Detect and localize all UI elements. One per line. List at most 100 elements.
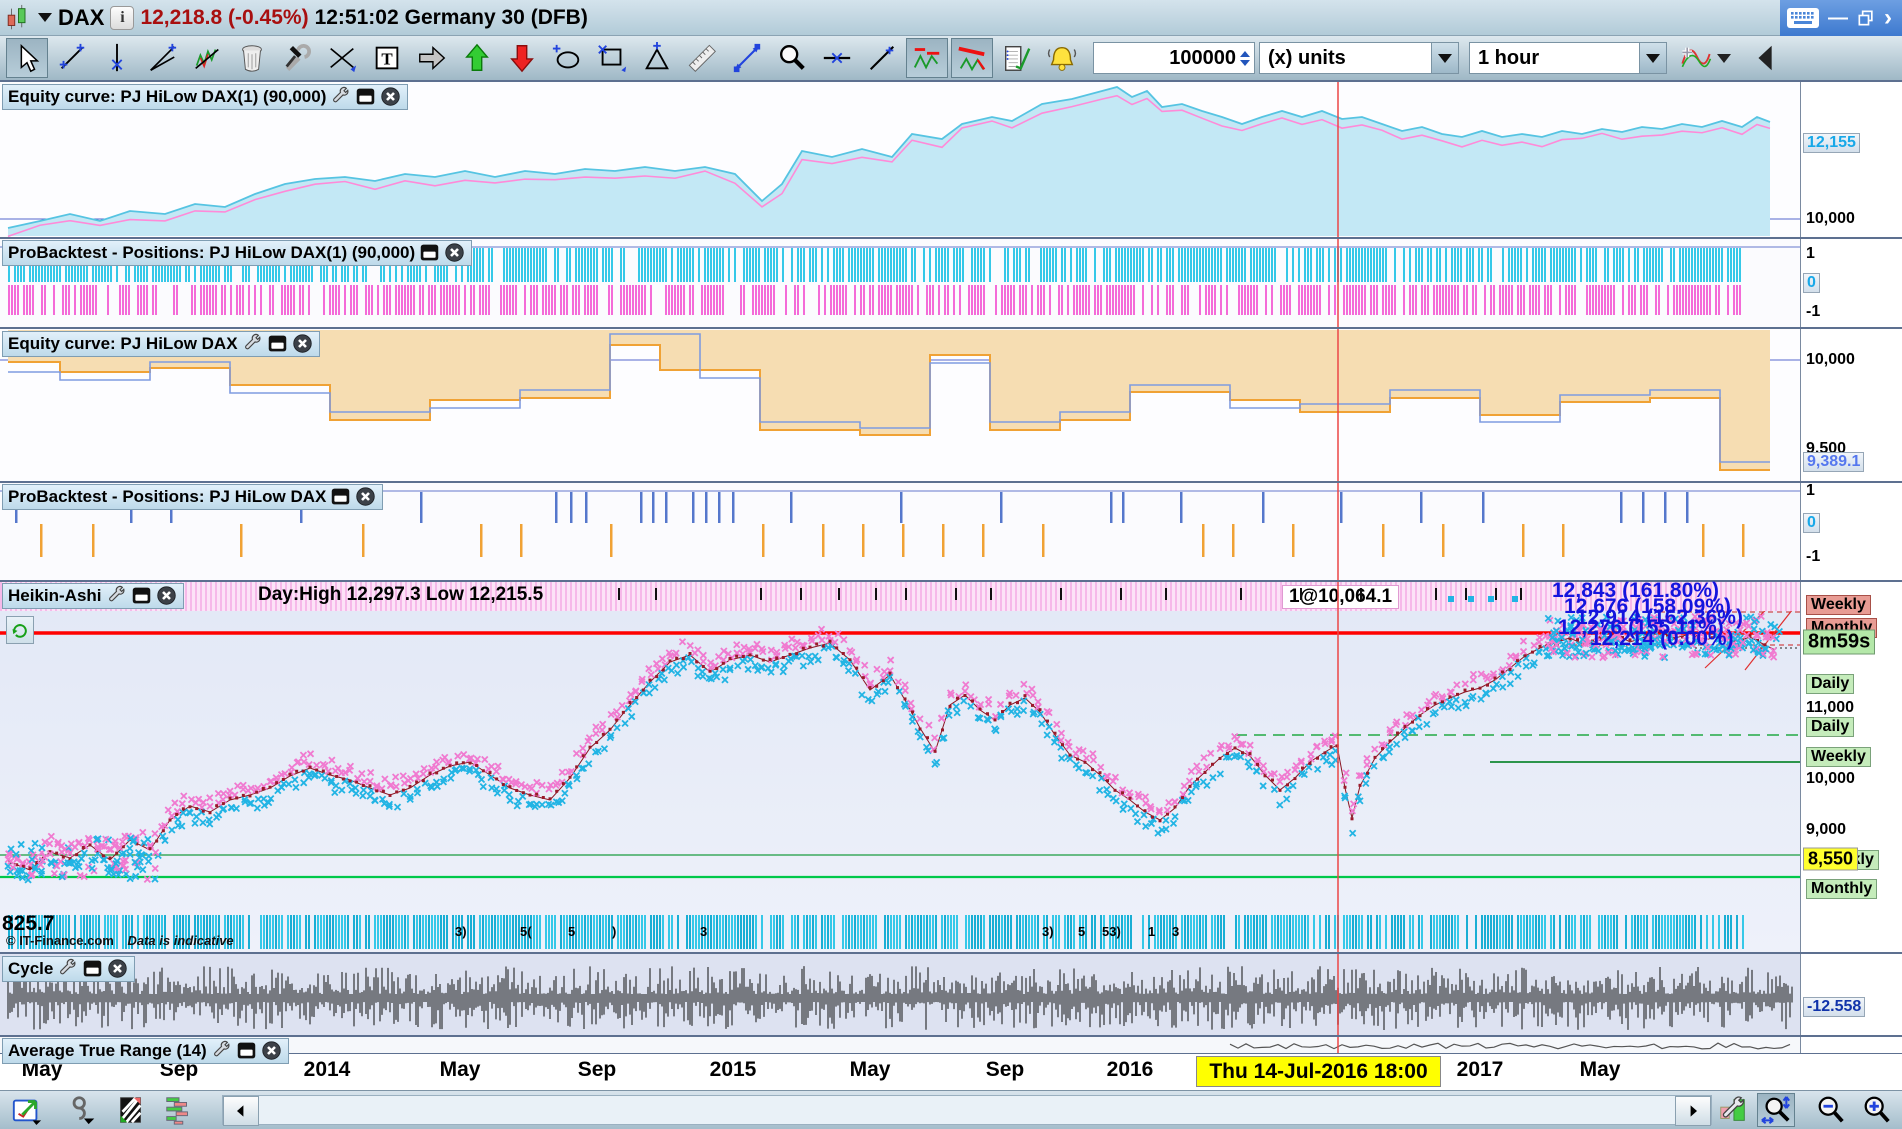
wrench-candles-button[interactable] [1714, 1093, 1752, 1127]
wrench-icon[interactable] [211, 1040, 232, 1061]
arrow-up-button[interactable] [456, 38, 498, 78]
resize-button[interactable] [726, 38, 768, 78]
alerts-button[interactable] [1041, 38, 1083, 78]
axis-label: 11,000 [1806, 699, 1855, 716]
add-indicator-button[interactable] [1675, 38, 1717, 78]
strip-count-mark: 3) [1042, 924, 1054, 939]
cursor-button[interactable] [6, 38, 48, 78]
cycle-title-chip[interactable]: Cycle [2, 956, 136, 982]
panel-heikin-ashi-chart[interactable] [0, 581, 1800, 953]
wrench-icon[interactable] [242, 333, 263, 354]
units-value: (x) units [1268, 46, 1346, 69]
close-icon[interactable] [444, 242, 465, 263]
order-doc-button[interactable] [112, 1093, 150, 1127]
rectangle-button[interactable] [591, 38, 633, 78]
timeframe-value: 1 hour [1478, 46, 1540, 69]
minimize-button[interactable]: — [1828, 7, 1848, 30]
zoom-in-button[interactable] [1858, 1093, 1896, 1127]
heikin-title-chip[interactable]: Heikin-Ashi [2, 583, 184, 609]
quantity-spinner[interactable] [1240, 50, 1250, 66]
window-icon[interactable] [131, 585, 152, 606]
wrench-icon[interactable] [106, 585, 127, 606]
arrow-right-button[interactable] [411, 38, 453, 78]
keyboard-icon[interactable] [1786, 6, 1820, 30]
window-icon[interactable] [419, 242, 440, 263]
close-icon[interactable] [292, 333, 313, 354]
window-icon[interactable] [355, 86, 376, 107]
cross-lines-button[interactable] [321, 38, 363, 78]
scroll-left-button[interactable] [223, 1096, 259, 1126]
wrench-icon[interactable] [57, 958, 78, 979]
edge-tool-button[interactable] [1745, 38, 1787, 78]
panel-separator[interactable] [0, 1035, 1902, 1037]
close-icon[interactable] [156, 585, 177, 606]
equity1-title-chip[interactable]: Equity curve: PJ HiLow DAX(1) (90,000) [2, 84, 409, 110]
tools-button[interactable] [276, 38, 318, 78]
close-icon[interactable] [107, 958, 128, 979]
close-chevron-icon[interactable]: › [1884, 4, 1892, 32]
zigzag-bold-button[interactable] [951, 38, 993, 78]
timeframe-select[interactable]: 1 hour [1469, 42, 1667, 74]
window-icon[interactable] [236, 1040, 257, 1061]
link-button[interactable] [64, 1093, 102, 1127]
time-axis-label: Sep [577, 1058, 617, 1081]
infobar-tick [955, 588, 957, 600]
ellipse-button[interactable] [546, 38, 588, 78]
timeframe-dropdown-button[interactable] [1639, 43, 1666, 73]
panel-separator[interactable] [0, 952, 1902, 954]
backtest-button[interactable] [996, 38, 1038, 78]
quantity-input[interactable] [1114, 45, 1238, 71]
equity2-title-chip[interactable]: Equity curve: PJ HiLow DAX [2, 331, 320, 357]
depth-button[interactable] [160, 1093, 198, 1127]
ruler-button[interactable] [681, 38, 723, 78]
semi-lines-button[interactable] [141, 38, 183, 78]
info-button[interactable]: i [110, 5, 135, 30]
arrow-down-button[interactable] [501, 38, 543, 78]
time-axis-label: 2014 [303, 1058, 351, 1081]
zigzag-button[interactable] [906, 38, 948, 78]
horizontal-scrollbar[interactable] [222, 1095, 1712, 1126]
instrument-dropdown-caret[interactable] [38, 13, 52, 22]
horizontal-line-button[interactable] [816, 38, 858, 78]
trash-button[interactable] [231, 38, 273, 78]
scroll-right-button[interactable] [1675, 1096, 1711, 1126]
trendline-button[interactable] [51, 38, 93, 78]
zoom-fit-button[interactable] [1757, 1093, 1795, 1127]
panel-separator[interactable] [0, 237, 1902, 239]
diagonal-line-button[interactable] [861, 38, 903, 78]
positions1-title-chip[interactable]: ProBacktest - Positions: PJ HiLow DAX(1)… [2, 240, 473, 266]
wrench-icon[interactable] [330, 86, 351, 107]
indicator-dropdown-caret[interactable] [1717, 53, 1731, 63]
close-icon[interactable] [355, 486, 376, 507]
panel-separator[interactable] [0, 327, 1902, 329]
panel-heikin-ashi[interactable] [0, 581, 1800, 953]
panel-cycle[interactable] [0, 953, 1800, 1036]
infobar-tick [1060, 588, 1062, 600]
units-dropdown-button[interactable] [1431, 43, 1458, 73]
magnifier-button[interactable] [771, 38, 813, 78]
panel-separator[interactable] [0, 80, 1902, 82]
window-icon[interactable] [82, 958, 103, 979]
positions1-title: ProBacktest - Positions: PJ HiLow DAX(1)… [8, 242, 416, 262]
triangle-button[interactable] [636, 38, 678, 78]
close-icon[interactable] [380, 86, 401, 107]
window-icon[interactable] [267, 333, 288, 354]
axis-label: 9,000 [1806, 821, 1847, 838]
restore-button-icon[interactable] [1856, 8, 1876, 28]
atr-title-chip[interactable]: Average True Range (14) [2, 1038, 289, 1064]
equity2-title: Equity curve: PJ HiLow DAX [8, 333, 238, 353]
text-button[interactable]: T [366, 38, 408, 78]
refresh-button[interactable] [6, 616, 34, 644]
strip-count-mark: 5( [520, 924, 532, 939]
panel-separator[interactable] [0, 481, 1902, 483]
panel-cycle-chart[interactable] [0, 953, 1800, 1036]
quantity-field[interactable] [1093, 42, 1255, 74]
positions2-title-chip[interactable]: ProBacktest - Positions: PJ HiLow DAX [2, 484, 384, 510]
window-icon[interactable] [330, 486, 351, 507]
units-select[interactable]: (x) units [1259, 42, 1459, 74]
vertical-line-button[interactable] [96, 38, 138, 78]
zoom-out-button[interactable] [1812, 1093, 1850, 1127]
close-icon[interactable] [261, 1040, 282, 1061]
export-button[interactable] [8, 1093, 46, 1127]
forecast-button[interactable] [186, 38, 228, 78]
